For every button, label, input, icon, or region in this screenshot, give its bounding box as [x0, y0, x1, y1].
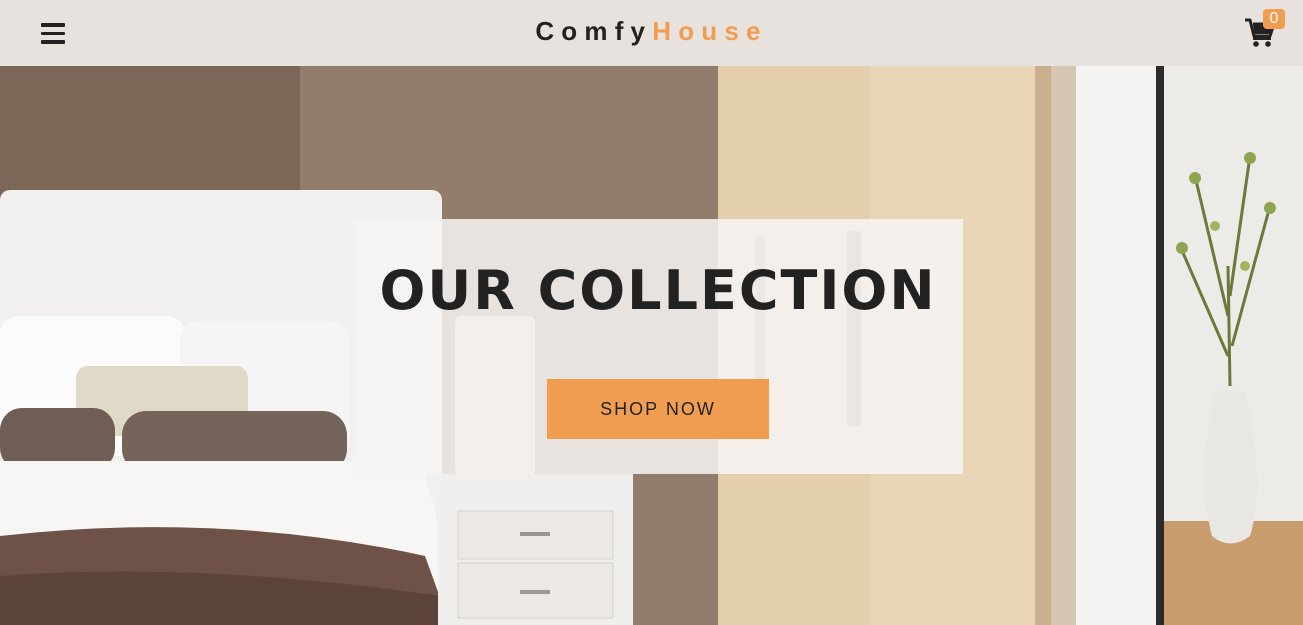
cart-button[interactable]: 0 — [1244, 9, 1285, 50]
hero-title: OUR COLLECTION — [379, 259, 937, 322]
site-logo[interactable]: ComfyHouse — [0, 15, 1303, 47]
logo-part-comfy: Comfy — [535, 16, 653, 46]
hero-banner: OUR COLLECTION SHOP NOW — [353, 219, 963, 474]
shop-now-button[interactable]: SHOP NOW — [547, 379, 769, 439]
hero-section: OUR COLLECTION SHOP NOW — [0, 66, 1303, 625]
cart-count-badge: 0 — [1263, 9, 1285, 29]
logo-part-house: House — [652, 16, 768, 46]
navbar: ComfyHouse 0 — [0, 0, 1303, 66]
